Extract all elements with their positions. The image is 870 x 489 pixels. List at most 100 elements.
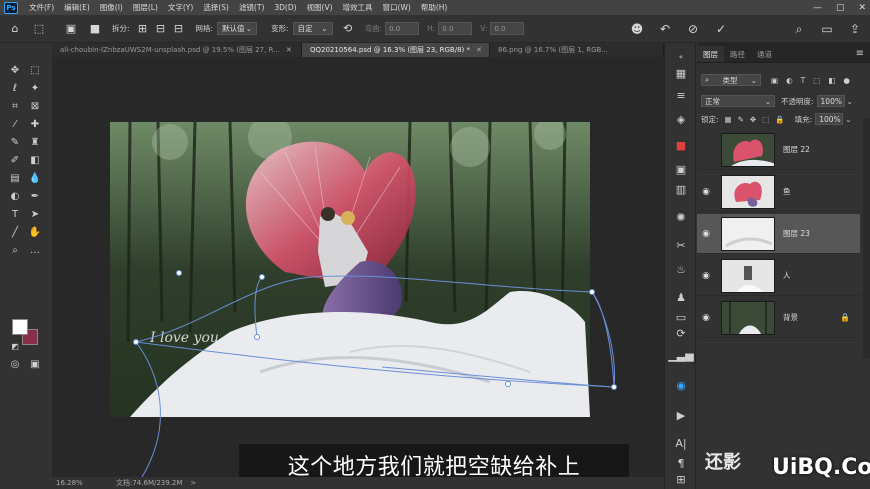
blur-tool-icon[interactable]: 💧 [27,171,43,185]
warp-mesh-overlay[interactable] [52,57,664,477]
paragraph-panel-icon[interactable]: ¶ [672,455,690,471]
type-tool-icon[interactable]: T [7,207,23,221]
split-cross-icon[interactable]: ⊞ [134,20,152,38]
path-selection-icon[interactable]: ➤ [27,207,43,221]
zoom-tool-icon[interactable]: ⌕ [7,243,23,257]
tab-paths[interactable]: 路径 [724,46,751,62]
lock-image-icon[interactable]: ✎ [738,115,744,124]
reference-point-toggle-icon[interactable]: ■ [86,20,104,38]
layer-row-selected[interactable]: ◉ 图层 23 [697,214,860,254]
close-icon[interactable]: ✕ [286,46,292,54]
undo-icon[interactable]: ↶ [656,20,674,38]
filter-shape-icon[interactable]: ⬚ [813,76,820,85]
minimize-button[interactable]: — [813,3,822,13]
maximize-button[interactable]: ▢ [836,3,845,13]
v-input[interactable]: 0.0 [490,22,525,35]
tab-document-1[interactable]: ali-choubin-IZnbzaUWS2M-unsplash.psd @ 1… [52,43,302,57]
crop-tool-icon[interactable]: ⌗ [7,99,23,113]
layer-name[interactable]: 图层 22 [783,144,810,155]
grid-select[interactable]: 默认值 ⌄ [217,22,258,35]
filter-type-icon[interactable]: T [801,76,806,85]
glyphs-panel-icon[interactable]: ⊞ [672,471,690,487]
filter-toggle-icon[interactable]: ● [843,76,850,85]
brushes-panel-icon[interactable]: ♨ [672,261,690,277]
filter-adjustment-icon[interactable]: ◐ [786,76,793,85]
fill-input[interactable]: 100% [815,113,844,125]
timeline-panel-icon[interactable]: ⟳ [672,325,690,341]
menu-select[interactable]: 选择(S) [198,2,234,13]
menu-file[interactable]: 文件(F) [24,2,59,13]
menu-3d[interactable]: 3D(D) [269,3,301,12]
eyedropper-icon[interactable]: ⁄ [7,117,23,131]
history-brush-icon[interactable]: ✐ [7,153,23,167]
lock-transparent-icon[interactable]: ▦ [725,115,732,124]
home-icon[interactable]: ⌂ [6,20,24,38]
libraries-panel-icon[interactable]: ✺ [672,209,690,225]
split-horizontal-icon[interactable]: ⊟ [170,20,188,38]
gradients-panel-icon[interactable]: ▥ [672,181,690,197]
deform-select[interactable]: 自定 ⌄ [292,22,333,35]
quick-mask-icon[interactable]: ◎ [7,357,23,371]
commit-transform-icon[interactable]: ✓ [712,20,730,38]
marquee-tool-icon[interactable]: ⬚ [27,63,43,77]
close-window-button[interactable]: ✕ [858,3,866,13]
character-panel-icon[interactable]: A| [672,435,690,451]
layers-scrollbar[interactable] [863,118,870,358]
swatches-panel-icon[interactable]: ▣ [672,161,690,177]
tab-layers[interactable]: 图层 [697,46,724,62]
warp-orientation-icon[interactable]: ⟲ [339,20,357,38]
eye-icon[interactable]: ◉ [697,187,715,197]
menu-help[interactable]: 帮助(H) [416,2,453,13]
split-vertical-icon[interactable]: ⊟ [152,20,170,38]
menu-view[interactable]: 视图(V) [302,2,338,13]
eraser-icon[interactable]: ◧ [27,153,43,167]
histogram-panel-icon[interactable]: ▁▃▅ [668,347,693,363]
filter-smart-object-icon[interactable]: ◧ [828,76,835,85]
lasso-tool-icon[interactable]: ℓ [7,81,23,95]
chevron-down-icon[interactable]: ⌄ [845,115,851,124]
warp-tool-icon[interactable]: ⬚ [30,20,48,38]
zoom-level[interactable]: 16.28% [56,479,96,487]
tool-presets-icon[interactable]: ✂ [672,237,690,253]
close-icon[interactable]: ✕ [476,46,482,54]
eye-icon[interactable]: ◉ [697,229,715,239]
menu-edit[interactable]: 编辑(E) [59,2,95,13]
actions-play-icon[interactable]: ▶ [672,407,690,423]
healing-brush-icon[interactable]: ✚ [27,117,43,131]
tab-channels[interactable]: 通道 [751,46,778,62]
status-menu-arrow[interactable]: > [190,479,196,487]
blend-mode-select[interactable]: 正常 ⌄ [701,95,775,107]
eye-icon[interactable]: ◉ [697,313,715,323]
menu-plugins[interactable]: 增效工具 [338,2,378,13]
move-tool-icon[interactable]: ✥ [7,63,23,77]
tab-document-3[interactable]: 86.png @ 16.7% (图层 1, RGB... [490,43,664,57]
share-icon[interactable]: ⇪ [846,20,864,38]
menu-type[interactable]: 文字(Y) [163,2,198,13]
menu-filter[interactable]: 滤镜(T) [234,2,269,13]
history-panel-icon[interactable]: ▦ [672,65,690,81]
magic-wand-icon[interactable]: ✦ [27,81,43,95]
layer-name[interactable]: 鱼 [783,186,791,197]
hand-tool-icon[interactable]: ✋ [27,225,43,239]
clone-stamp-icon[interactable]: ♜ [27,135,43,149]
layer-row[interactable]: 图层 22 [697,130,860,170]
cancel-transform-icon[interactable]: ⊘ [684,20,702,38]
lock-all-icon[interactable]: 🔒 [775,115,784,124]
properties-panel-icon[interactable]: ▭ [672,309,690,325]
layer-name[interactable]: 人 [783,270,791,281]
color-panel-icon[interactable]: ■ [672,137,690,153]
brush-tool-icon[interactable]: ✎ [7,135,23,149]
layer-row[interactable]: ◉ 鱼 [697,172,860,212]
panel-menu-icon[interactable]: ≡ [856,48,864,59]
more-tools-icon[interactable]: … [27,243,43,257]
layer-filter-select[interactable]: ⌕ 类型 ⌄ [701,74,761,86]
navigator-panel-icon[interactable]: ◉ [672,377,690,393]
opacity-input[interactable]: 100% [816,95,845,107]
dodge-tool-icon[interactable]: ◐ [7,189,23,203]
eye-icon[interactable]: ◉ [697,271,715,281]
layer-name[interactable]: 背景 [783,312,798,323]
lock-artboard-icon[interactable]: ⬚ [762,115,769,124]
3d-panel-icon[interactable]: ◈ [672,111,690,127]
bend-input[interactable]: 0.0 [385,22,420,35]
menu-layer[interactable]: 图层(L) [128,2,163,13]
